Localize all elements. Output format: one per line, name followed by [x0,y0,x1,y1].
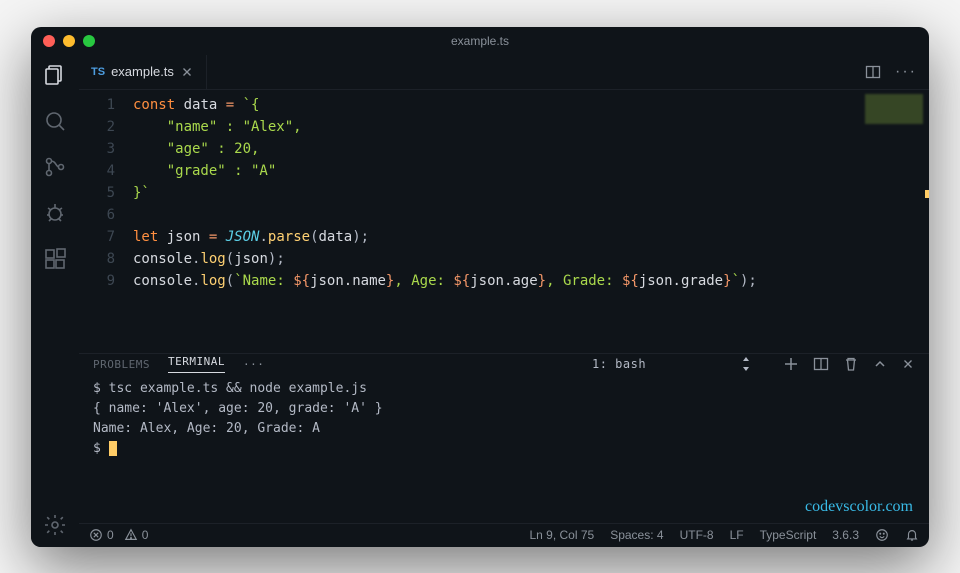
status-lncol[interactable]: Ln 9, Col 75 [529,528,594,542]
close-tab-icon[interactable] [180,65,194,79]
panel-tab-problems[interactable]: PROBLEMS [93,358,150,371]
status-eol[interactable]: LF [730,528,744,542]
terminal-output[interactable]: $ tsc example.ts && node example.js{ nam… [79,375,929,523]
typescript-badge-icon: TS [91,66,105,78]
editor-group: TS example.ts ··· 1 2 3 4 5 6 7 8 9 [79,55,929,547]
tab-example-ts[interactable]: TS example.ts [79,55,207,89]
more-actions-icon[interactable]: ··· [895,63,917,81]
line-number-gutter: 1 2 3 4 5 6 7 8 9 [79,94,133,353]
settings-gear-icon[interactable] [43,513,67,537]
panel-tab-terminal[interactable]: TERMINAL [168,355,225,373]
status-problems[interactable]: 0 0 [89,528,148,542]
activity-bar [31,55,79,547]
select-chevrons-icon [741,357,751,371]
status-bar: 0 0 Ln 9, Col 75 Spaces: 4 UTF-8 LF Type… [79,523,929,547]
source-control-icon[interactable] [43,155,67,179]
kill-terminal-icon[interactable] [843,356,859,372]
terminal-selector-label: 1: bash [592,357,646,371]
status-encoding[interactable]: UTF-8 [680,528,714,542]
tab-bar: TS example.ts ··· [79,55,929,90]
minimap[interactable] [859,90,929,353]
notifications-bell-icon[interactable] [905,528,919,542]
panel-more-icon[interactable]: ··· [243,358,264,371]
code-content[interactable]: const data = `{ "name" : "Alex", "age" :… [133,94,859,353]
watermark: codevscolor.com [805,497,913,517]
close-panel-icon[interactable] [901,357,915,371]
error-icon [89,528,103,542]
bottom-panel: PROBLEMS TERMINAL ··· 1: bash [79,353,929,523]
editor-area: 1 2 3 4 5 6 7 8 9 const data = `{ "name"… [79,90,929,353]
status-indent[interactable]: Spaces: 4 [610,528,663,542]
close-window-button[interactable] [43,35,55,47]
window-title: example.ts [31,34,929,48]
feedback-icon[interactable] [875,528,889,542]
search-icon[interactable] [43,109,67,133]
status-language[interactable]: TypeScript [760,528,817,542]
maximize-panel-icon[interactable] [873,357,887,371]
maximize-window-button[interactable] [83,35,95,47]
titlebar: example.ts [31,27,929,55]
terminal-cursor [109,441,117,456]
warning-icon [124,528,138,542]
panel-tabs: PROBLEMS TERMINAL ··· 1: bash [79,354,929,375]
vscode-window: example.ts [31,27,929,547]
explorer-icon[interactable] [43,63,67,87]
minimize-window-button[interactable] [63,35,75,47]
text-editor[interactable]: 1 2 3 4 5 6 7 8 9 const data = `{ "name"… [79,90,859,353]
editor-actions: ··· [853,55,929,89]
tab-label: example.ts [111,64,174,79]
traffic-lights [43,35,95,47]
debug-icon[interactable] [43,201,67,225]
new-terminal-icon[interactable] [783,356,799,372]
split-editor-icon[interactable] [865,64,881,80]
terminal-selector[interactable]: 1: bash [591,357,751,371]
terminal-actions [783,356,915,372]
split-terminal-icon[interactable] [813,356,829,372]
extensions-icon[interactable] [43,247,67,271]
status-ts-version[interactable]: 3.6.3 [832,528,859,542]
workbench-body: TS example.ts ··· 1 2 3 4 5 6 7 8 9 [31,55,929,547]
